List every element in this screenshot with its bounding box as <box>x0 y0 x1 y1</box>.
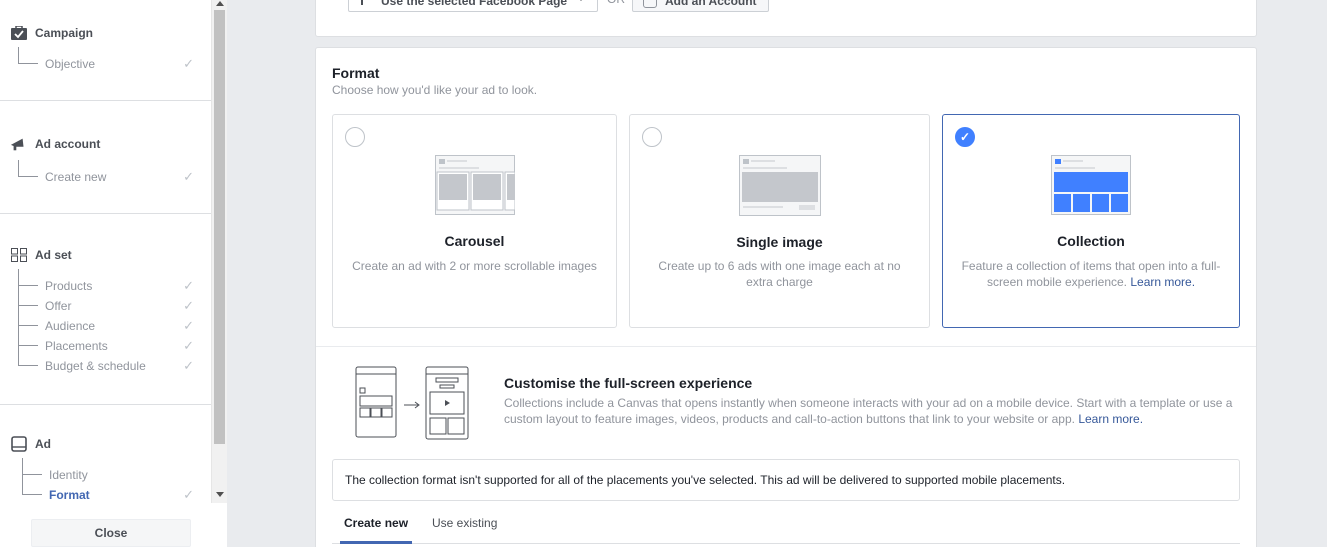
single-image-preview-icon <box>739 155 821 216</box>
carousel-description: Create an ad with 2 or more scrollable i… <box>352 259 597 273</box>
use-selected-page-button[interactable]: Use the selected Facebook Page <box>348 0 598 12</box>
sidebar-item-format[interactable]: Format ✓ <box>22 475 198 504</box>
check-icon: ✓ <box>183 318 194 333</box>
sidebar-item-create-new[interactable]: Create new ✓ <box>18 160 198 186</box>
sidebar-item-label: Budget & schedule <box>45 359 146 373</box>
sidebar-item-placements[interactable]: Placements ✓ <box>18 326 198 355</box>
chevron-down-icon <box>577 0 585 1</box>
sidebar-item-label: Placements <box>45 339 108 353</box>
canvas-illustration-icon <box>355 366 469 440</box>
section-divider <box>0 100 211 101</box>
check-icon: ✓ <box>183 278 194 293</box>
sidebar-item-objective[interactable]: Objective ✓ <box>18 47 198 73</box>
sidebar-item-offer[interactable]: Offer ✓ <box>18 286 198 315</box>
collection-preview-icon <box>1051 155 1131 215</box>
ad-account-heading: Ad account <box>35 137 101 151</box>
sidebar-item-label: Create new <box>45 170 107 184</box>
tablet-icon <box>10 436 28 452</box>
carousel-title: Carousel <box>444 233 505 249</box>
format-subtitle: Choose how you'd like your ad to look. <box>332 83 538 97</box>
tab-create-new[interactable]: Create new <box>344 516 408 530</box>
format-title: Format <box>332 65 380 81</box>
carousel-preview-icon <box>435 155 515 215</box>
megaphone-icon <box>10 136 28 152</box>
check-icon: ✓ <box>183 338 194 353</box>
ad-set-section-heading[interactable]: Ad set <box>10 245 72 265</box>
check-icon: ✓ <box>183 56 194 71</box>
collection-title: Collection <box>1057 233 1125 249</box>
sidebar-item-identity[interactable]: Identity <box>22 458 202 484</box>
scroll-up-icon[interactable] <box>216 1 224 6</box>
collection-learn-more-link[interactable]: Learn more. <box>1130 275 1195 289</box>
close-button[interactable]: Close <box>31 519 191 547</box>
sidebar-item-audience[interactable]: Audience ✓ <box>18 306 198 335</box>
ad-set-heading: Ad set <box>35 248 72 262</box>
scroll-down-icon[interactable] <box>216 492 224 497</box>
collection-radio-checked[interactable]: ✓ <box>955 127 975 147</box>
use-selected-page-label: Use the selected Facebook Page <box>381 0 568 8</box>
sidebar-item-label: Format <box>49 488 90 502</box>
active-tab-indicator <box>340 541 412 544</box>
add-account-label: Add an Account <box>665 0 757 8</box>
sidebar: Campaign Objective ✓ Ad account Create n… <box>0 0 211 547</box>
format-option-collection[interactable]: ✓ Collection Feature a collection of ite… <box>942 114 1240 328</box>
format-option-single-image[interactable]: Single image Create up to 6 ads with one… <box>629 114 930 328</box>
customise-learn-more-link[interactable]: Learn more. <box>1078 412 1143 426</box>
customise-title: Customise the full-screen experience <box>504 375 753 391</box>
ad-heading: Ad <box>35 437 51 451</box>
scrollbar-thumb[interactable] <box>214 10 225 444</box>
placement-notice: The collection format isn't supported fo… <box>332 459 1240 501</box>
grid-icon <box>10 247 28 263</box>
format-option-carousel[interactable]: Carousel Create an ad with 2 or more scr… <box>332 114 617 328</box>
single-image-radio[interactable] <box>642 127 662 147</box>
tab-use-existing[interactable]: Use existing <box>432 516 497 530</box>
tab-bar-divider <box>332 543 1240 544</box>
campaign-heading: Campaign <box>35 26 94 40</box>
check-icon: ✓ <box>183 358 194 373</box>
add-account-button[interactable]: Add an Account <box>632 0 769 12</box>
ad-account-section-heading[interactable]: Ad account <box>10 134 100 154</box>
sidebar-item-label: Products <box>45 279 93 293</box>
section-divider <box>0 213 211 214</box>
campaign-section-heading[interactable]: Campaign <box>10 23 93 43</box>
ad-section-heading[interactable]: Ad <box>10 434 51 454</box>
check-icon: ✓ <box>183 169 194 184</box>
section-divider <box>316 346 1256 347</box>
page-icon <box>361 0 363 5</box>
customise-description: Collections include a Canvas that opens … <box>504 395 1244 427</box>
instagram-icon <box>643 0 657 8</box>
section-divider <box>0 404 211 405</box>
sidebar-item-products[interactable]: Products ✓ <box>18 269 198 295</box>
single-image-description: Create up to 6 ads with one image each a… <box>658 259 901 289</box>
collection-description: Feature a collection of items that open … <box>959 258 1223 290</box>
sidebar-item-budget-schedule[interactable]: Budget & schedule ✓ <box>18 346 198 375</box>
briefcase-check-icon <box>10 25 28 41</box>
check-icon: ✓ <box>183 298 194 313</box>
sidebar-item-label: Audience <box>45 319 96 333</box>
sidebar-item-label: Offer <box>45 299 72 313</box>
single-image-title: Single image <box>736 234 823 250</box>
check-icon: ✓ <box>183 487 194 502</box>
sidebar-item-label: Objective <box>45 57 96 71</box>
sidebar-item-label: Identity <box>49 468 88 482</box>
carousel-radio[interactable] <box>345 127 365 147</box>
sidebar-scrollbar[interactable] <box>211 0 227 503</box>
or-separator: OR <box>607 0 625 6</box>
